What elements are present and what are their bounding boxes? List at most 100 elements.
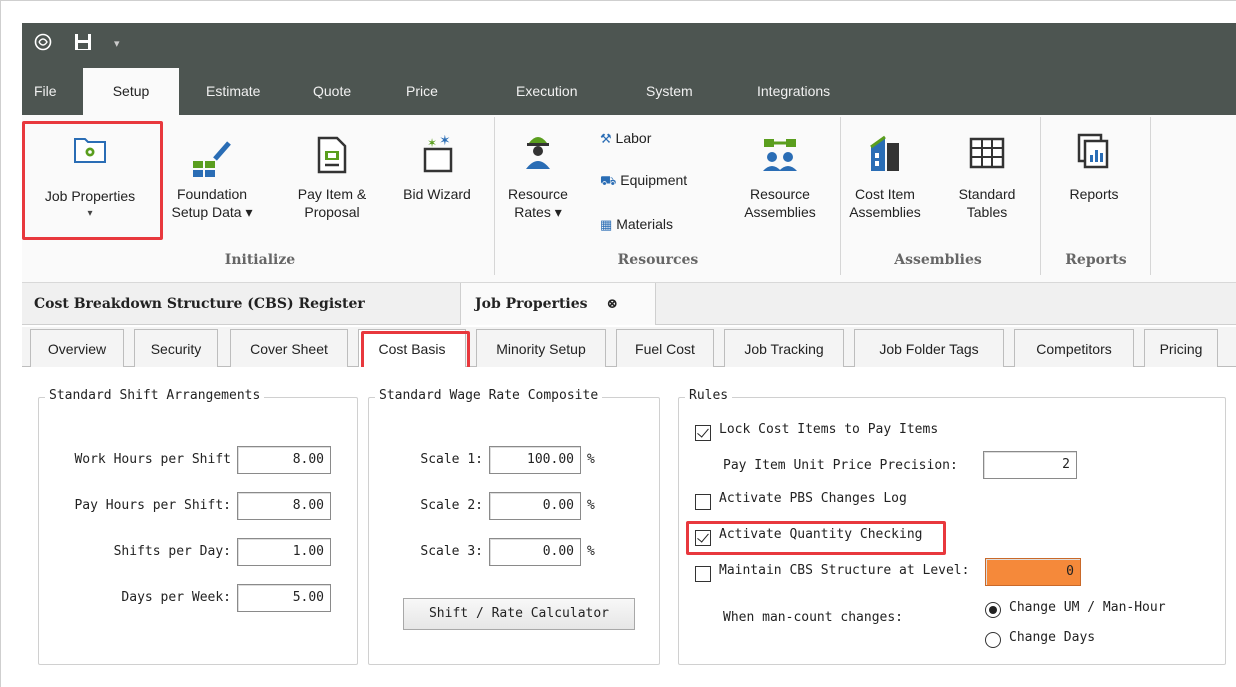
labor-icon: ⚒ <box>600 131 612 146</box>
cbs-level-input[interactable]: 0 <box>985 558 1081 586</box>
tab-cover-sheet[interactable]: Cover Sheet <box>230 329 348 367</box>
days-per-week-label: Days per Week: <box>121 590 231 605</box>
chevron-down-icon[interactable]: ▾ <box>114 33 120 55</box>
scale3-pct: % <box>587 544 595 559</box>
menu-bar: File Setup Estimate Quote Price Executio… <box>22 68 1236 116</box>
work-hours-label: Work Hours per Shift <box>74 452 231 467</box>
equipment-button[interactable]: ⛟ Equipment <box>600 171 687 190</box>
tab-job-properties[interactable]: Job Properties ⊗ <box>460 283 656 325</box>
work-hours-input[interactable]: 8.00 <box>237 446 331 474</box>
cost-item-label-2: Assemblies <box>849 204 921 220</box>
pay-item-label-1: Pay Item & <box>297 186 367 202</box>
bid-wizard-label: Bid Wizard <box>403 186 471 202</box>
tab-minority-setup[interactable]: Minority Setup <box>476 329 606 367</box>
change-um-radio[interactable] <box>985 602 1001 618</box>
resource-assemblies-button[interactable]: Resource Assemblies <box>732 123 828 221</box>
tab-job-tracking[interactable]: Job Tracking <box>724 329 844 367</box>
resource-assemblies-label-1: Resource <box>750 186 810 202</box>
foundation-setup-button[interactable]: Foundation Setup Data ▾ <box>162 123 262 221</box>
cost-basis-panel: Standard Shift Arrangements Work Hours p… <box>22 367 1236 675</box>
people-group-icon <box>732 123 828 185</box>
menu-file[interactable]: File <box>34 68 57 115</box>
shifts-per-day-input[interactable]: 1.00 <box>237 538 331 566</box>
tab-competitors[interactable]: Competitors <box>1014 329 1134 367</box>
menu-system[interactable]: System <box>646 68 693 115</box>
resource-rates-button[interactable]: Resource Rates ▾ <box>498 123 578 221</box>
group-label-assemblies: Assemblies <box>894 252 982 268</box>
pay-item-proposal-button[interactable]: Pay Item & Proposal <box>284 123 380 221</box>
scale1-label: Scale 1: <box>420 452 483 467</box>
menu-estimate[interactable]: Estimate <box>206 68 260 115</box>
man-count-label: When man-count changes: <box>723 610 904 625</box>
foundation-label-2: Setup Data ▾ <box>171 204 253 220</box>
app-logo-icon[interactable] <box>34 33 52 57</box>
save-icon[interactable] <box>74 33 92 57</box>
ribbon: Job Properties ▾ Foundation Setup Data ▾… <box>22 115 1236 283</box>
tab-job-folder-tags[interactable]: Job Folder Tags <box>854 329 1004 367</box>
pay-hours-input[interactable]: 8.00 <box>237 492 331 520</box>
menu-setup[interactable]: Setup <box>83 68 179 116</box>
tab-cbs-register[interactable]: Cost Breakdown Structure (CBS) Register <box>34 283 365 325</box>
materials-button[interactable]: ▦ Materials <box>600 215 673 234</box>
wizard-stars-icon: ✶ ✶ <box>390 123 484 185</box>
wage-rate-group: Standard Wage Rate Composite Scale 1: 10… <box>368 388 660 665</box>
foundation-icon <box>162 123 262 185</box>
scale2-input[interactable]: 0.00 <box>489 492 581 520</box>
highlight-quantity-checking <box>686 521 946 555</box>
cost-item-assemblies-button[interactable]: Cost Item Assemblies <box>840 123 930 221</box>
shifts-per-day-label: Shifts per Day: <box>113 544 231 559</box>
reports-button[interactable]: Reports <box>1048 123 1140 203</box>
menu-price[interactable]: Price <box>406 68 438 115</box>
tab-pricing[interactable]: Pricing <box>1144 329 1218 367</box>
tab-security[interactable]: Security <box>134 329 218 367</box>
pbs-log-label: Activate PBS Changes Log <box>719 491 907 506</box>
days-per-week-input[interactable]: 5.00 <box>237 584 331 612</box>
shift-rate-calculator-button[interactable]: Shift / Rate Calculator <box>403 598 635 630</box>
maintain-cbs-checkbox[interactable] <box>695 566 711 582</box>
equipment-icon: ⛟ <box>600 173 617 188</box>
change-days-radio[interactable] <box>985 632 1001 648</box>
lock-cost-items-label: Lock Cost Items to Pay Items <box>719 422 939 437</box>
sub-tabs: Overview Security Cover Sheet Cost Basis… <box>22 327 1236 369</box>
labor-button[interactable]: ⚒ Labor <box>600 129 651 148</box>
pay-hours-label: Pay Hours per Shift: <box>74 498 231 513</box>
reports-label: Reports <box>1069 186 1119 202</box>
change-um-label: Change UM / Man-Hour <box>1009 600 1166 615</box>
pbs-log-checkbox[interactable] <box>695 494 711 510</box>
document-tabs: Cost Breakdown Structure (CBS) Register … <box>22 283 1236 325</box>
menu-execution[interactable]: Execution <box>516 68 577 115</box>
cost-item-label-1: Cost Item <box>855 186 915 202</box>
standard-tables-button[interactable]: Standard Tables <box>944 123 1030 221</box>
resource-assemblies-label-2: Assemblies <box>744 204 816 220</box>
document-icon <box>284 123 380 185</box>
lock-cost-items-checkbox[interactable] <box>695 425 711 441</box>
svg-text:✶: ✶ <box>439 135 451 148</box>
group-label-initialize: Initialize <box>224 252 296 268</box>
shift-arrangements-group: Standard Shift Arrangements Work Hours p… <box>38 388 358 665</box>
precision-label: Pay Item Unit Price Precision: <box>723 458 958 473</box>
scale1-input[interactable]: 100.00 <box>489 446 581 474</box>
resource-rates-label-1: Resource <box>508 186 568 202</box>
group-label-resources: Resources <box>617 252 699 268</box>
worker-icon <box>498 123 578 185</box>
group-label-reports: Reports <box>1065 252 1127 268</box>
standard-tables-label-1: Standard <box>958 186 1016 202</box>
pay-item-label-2: Proposal <box>304 204 360 220</box>
scale1-pct: % <box>587 452 595 467</box>
foundation-label-1: Foundation <box>176 186 248 202</box>
menu-integrations[interactable]: Integrations <box>757 68 830 115</box>
equipment-label: Equipment <box>620 172 688 188</box>
rules-group-title: Rules <box>685 388 733 403</box>
menu-quote[interactable]: Quote <box>313 68 351 115</box>
close-icon[interactable]: ⊗ <box>606 296 618 312</box>
bid-wizard-button[interactable]: ✶ ✶ Bid Wizard <box>390 123 484 203</box>
tab-job-properties-label: Job Properties <box>475 296 588 312</box>
tab-overview[interactable]: Overview <box>30 329 124 367</box>
precision-input[interactable]: 2 <box>983 451 1077 479</box>
materials-label: Materials <box>616 216 673 232</box>
scale2-label: Scale 2: <box>420 498 483 513</box>
scale3-input[interactable]: 0.00 <box>489 538 581 566</box>
materials-icon: ▦ <box>600 217 613 232</box>
labor-label: Labor <box>615 130 652 146</box>
tab-fuel-cost[interactable]: Fuel Cost <box>616 329 714 367</box>
